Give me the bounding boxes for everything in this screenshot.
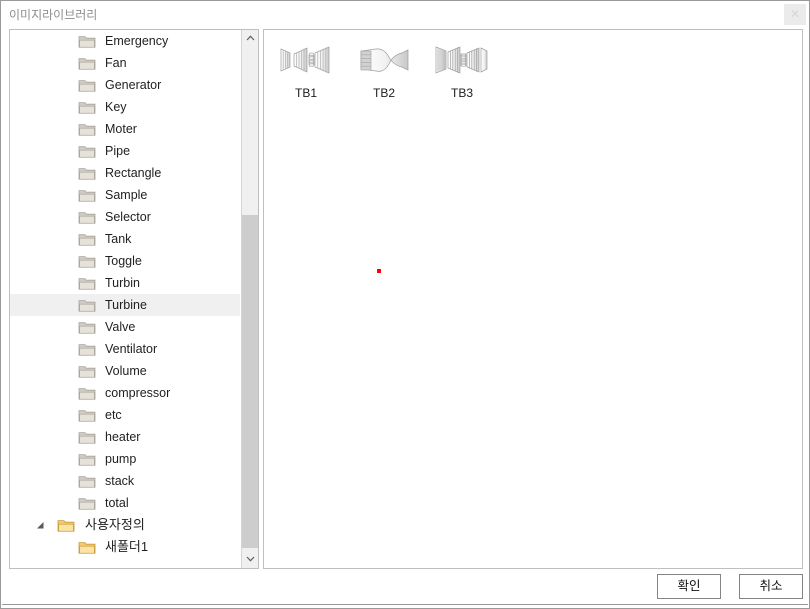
tree-item-label: Valve (105, 320, 136, 334)
tree-item-Valve[interactable]: Valve (10, 316, 240, 338)
folder-gray-icon (78, 166, 96, 180)
tree-item-label: 새폴더1 (105, 539, 149, 554)
tree-item-label: Volume (105, 364, 147, 378)
title-bar: 이미지라이브러리 ✕ (1, 1, 809, 27)
tree-item-label: Fan (105, 56, 127, 70)
tree-item-label: Toggle (105, 254, 142, 268)
tree-item-Rectangle[interactable]: Rectangle (10, 162, 240, 184)
tree-item-사용자정의[interactable]: 사용자정의 (10, 514, 240, 536)
tree-item-Tank[interactable]: Tank (10, 228, 240, 250)
folder-gray-icon (78, 56, 96, 70)
tree-item-label: Turbine (105, 298, 147, 312)
tree-vertical-scrollbar[interactable] (241, 30, 258, 568)
tree-item-label: Emergency (105, 34, 169, 48)
folder-gray-icon (78, 188, 96, 202)
tree-item-Moter[interactable]: Moter (10, 118, 240, 140)
tree-item-label: Turbin (105, 276, 140, 290)
tree-item-label: Moter (105, 122, 137, 136)
tree-item-label: pump (105, 452, 137, 466)
tree-item-label: Rectangle (105, 166, 162, 180)
folder-gray-icon (78, 232, 96, 246)
folder-gray-icon (78, 408, 96, 422)
folder-yellow-icon (78, 540, 96, 554)
folder-gray-icon (78, 122, 96, 136)
tree-item-Toggle[interactable]: Toggle (10, 250, 240, 272)
tree-item-label: Key (105, 100, 127, 114)
folder-gray-icon (78, 34, 96, 48)
folder-gray-icon (78, 144, 96, 158)
tree-item-label: Tank (105, 232, 132, 246)
folder-gray-icon (78, 430, 96, 444)
folder-tree-panel: Emergency Fan Generator Key Moter Pipe Rectang… (9, 29, 259, 569)
folder-gray-icon (78, 364, 96, 378)
tree-item-label: stack (105, 474, 135, 488)
cancel-button[interactable]: 취소 (739, 574, 803, 599)
tree-item-Sample[interactable]: Sample (10, 184, 240, 206)
thumbnail-caption: TB2 (372, 86, 395, 100)
expander-triangle-icon[interactable] (34, 514, 48, 536)
folder-gray-icon (78, 276, 96, 290)
thumbnail-grid: TB1 TB2 TB3 (270, 34, 498, 100)
tree-item-label: Sample (105, 188, 148, 202)
window-title: 이미지라이브러리 (9, 8, 98, 22)
thumbnail-caption: TB1 (294, 86, 317, 100)
scroll-up-arrow-icon[interactable] (242, 30, 258, 47)
tree-item-Turbin[interactable]: Turbin (10, 272, 240, 294)
tree-item-heater[interactable]: heater (10, 426, 240, 448)
folder-gray-icon (78, 386, 96, 400)
tree-item-Generator[interactable]: Generator (10, 74, 240, 96)
image-thumbnail-panel: TB1 TB2 TB3 (263, 29, 803, 569)
turbine-multistage-icon (426, 38, 498, 82)
tree-item-label: Ventilator (105, 342, 158, 356)
red-dot-marker (377, 269, 381, 273)
tree-item-label: total (105, 496, 129, 510)
folder-gray-icon (78, 100, 96, 114)
folder-yellow-icon (57, 518, 75, 532)
scrollbar-thumb[interactable] (242, 215, 258, 548)
folder-gray-icon (78, 320, 96, 334)
tree-item-label: compressor (105, 386, 171, 400)
folder-gray-icon (78, 496, 96, 510)
folder-gray-icon (78, 78, 96, 92)
ok-button[interactable]: 확인 (657, 574, 721, 599)
folder-gray-icon (78, 210, 96, 224)
folder-gray-icon (78, 342, 96, 356)
footer-divider (2, 604, 808, 605)
tree-item-label: Selector (105, 210, 151, 224)
thumbnail-caption: TB3 (450, 86, 473, 100)
tree-item-Pipe[interactable]: Pipe (10, 140, 240, 162)
tree-item-Ventilator[interactable]: Ventilator (10, 338, 240, 360)
tree-item-label: etc (105, 408, 122, 422)
image-library-dialog: 이미지라이브러리 ✕ Emergency Fan Generator Key Moter… (0, 0, 810, 609)
thumbnail-TB3[interactable]: TB3 (426, 34, 498, 100)
tree-item-stack[interactable]: stack (10, 470, 240, 492)
thumbnail-TB1[interactable]: TB1 (270, 34, 342, 100)
tree-item-pump[interactable]: pump (10, 448, 240, 470)
tree-item-Volume[interactable]: Volume (10, 360, 240, 382)
tree-item-Fan[interactable]: Fan (10, 52, 240, 74)
tree-item-label: Pipe (105, 144, 131, 158)
folder-gray-icon (78, 298, 96, 312)
scroll-down-arrow-icon[interactable] (242, 551, 258, 568)
tree-item-etc[interactable]: etc (10, 404, 240, 426)
tree-item-새폴더1[interactable]: 새폴더1 (10, 536, 240, 558)
folder-gray-icon (78, 474, 96, 488)
close-icon[interactable]: ✕ (784, 4, 806, 25)
tree-item-Key[interactable]: Key (10, 96, 240, 118)
thumbnail-TB2[interactable]: TB2 (348, 34, 420, 100)
tree-item-Turbine[interactable]: Turbine (10, 294, 240, 316)
tree-item-label: Generator (105, 78, 162, 92)
folder-tree-list[interactable]: Emergency Fan Generator Key Moter Pipe Rectang… (10, 30, 240, 568)
tree-item-label: heater (105, 430, 141, 444)
tree-item-Selector[interactable]: Selector (10, 206, 240, 228)
tree-item-Emergency[interactable]: Emergency (10, 30, 240, 52)
folder-gray-icon (78, 254, 96, 268)
turbine-bladed-icon (270, 38, 342, 82)
tree-item-label: 사용자정의 (85, 517, 145, 532)
tree-item-compressor[interactable]: compressor (10, 382, 240, 404)
tree-item-total[interactable]: total (10, 492, 240, 514)
turbine-nozzle-icon (348, 38, 420, 82)
folder-gray-icon (78, 452, 96, 466)
